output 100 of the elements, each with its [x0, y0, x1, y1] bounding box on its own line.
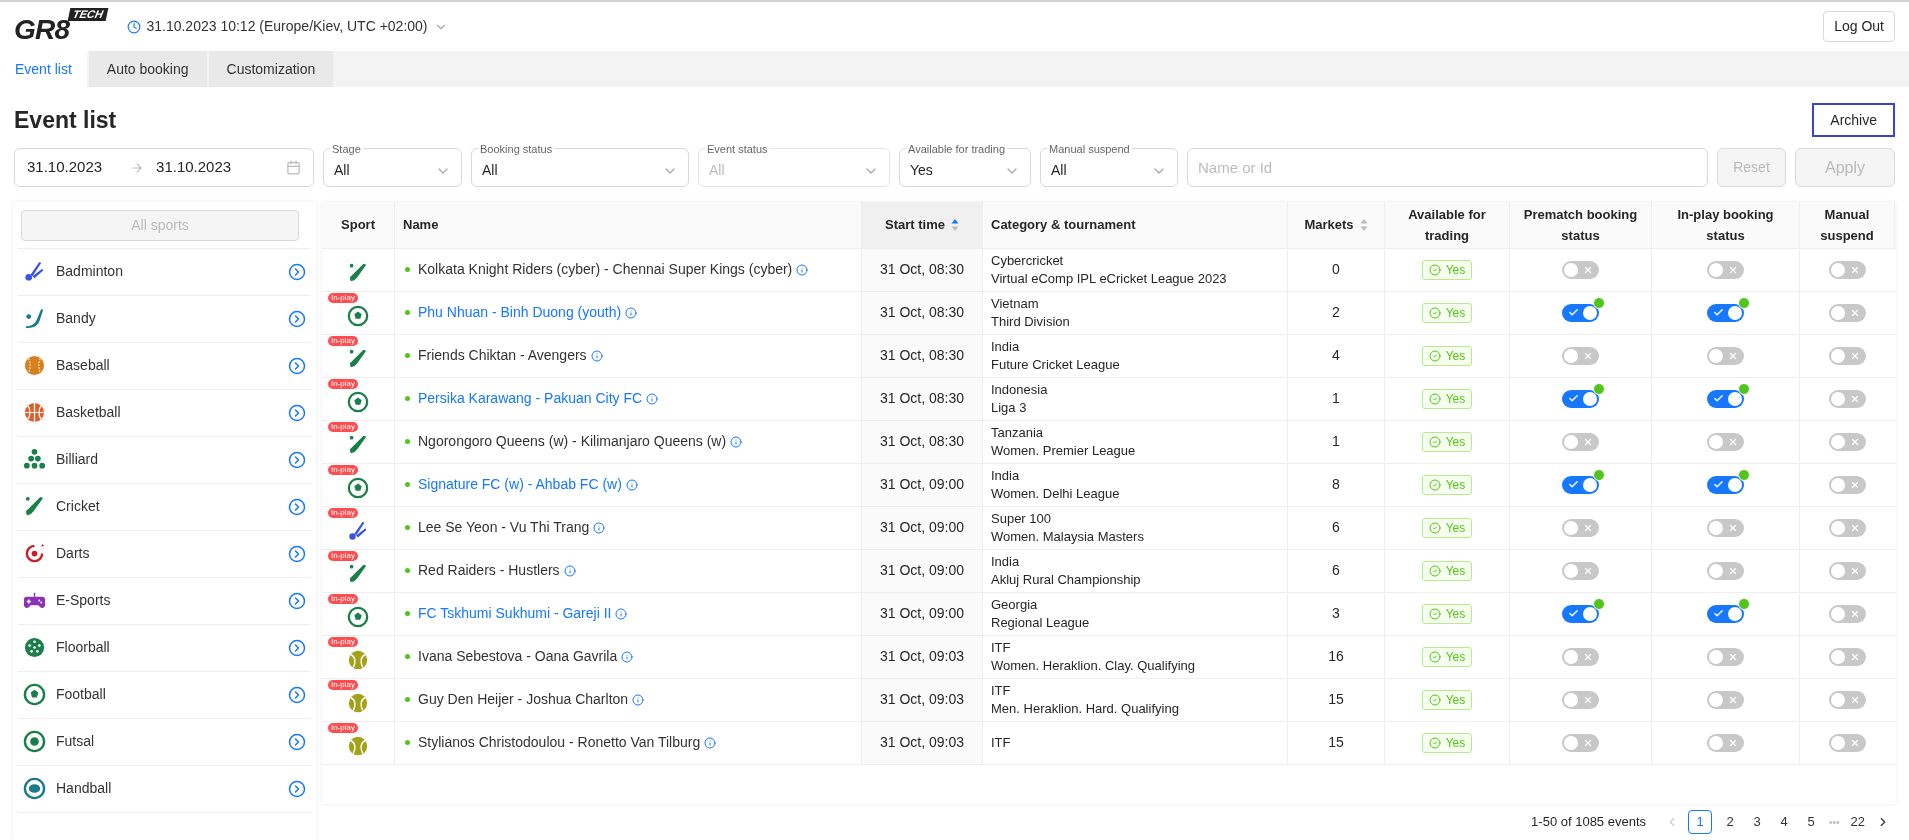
column-header[interactable]: Start time — [862, 201, 983, 248]
chevron-circle-icon[interactable] — [288, 638, 306, 657]
toggle-switch[interactable] — [1707, 346, 1744, 365]
chevron-circle-icon[interactable] — [288, 497, 306, 516]
chevron-circle-icon[interactable] — [288, 732, 306, 751]
info-icon[interactable] — [646, 392, 659, 405]
info-icon[interactable] — [593, 521, 606, 534]
toggle-switch[interactable] — [1707, 561, 1744, 580]
event-link[interactable]: Signature FC (w) - Ahbab FC (w) — [418, 474, 622, 495]
event-link[interactable]: FC Tskhumi Sukhumi - Gareji II — [418, 603, 612, 624]
sport-list-item[interactable]: Basketball — [18, 389, 311, 437]
page-button[interactable]: 3 — [1748, 810, 1766, 834]
page-button[interactable]: 5 — [1802, 810, 1820, 834]
toggle-switch[interactable] — [1562, 260, 1599, 279]
page-button[interactable]: 4 — [1775, 810, 1793, 834]
chevron-circle-icon[interactable] — [288, 262, 306, 281]
sport-list-item[interactable]: Handball — [18, 765, 311, 813]
chevron-circle-icon[interactable] — [288, 685, 306, 704]
toggle-switch[interactable] — [1829, 389, 1866, 408]
toggle-switch[interactable] — [1707, 733, 1744, 752]
toggle-switch[interactable] — [1562, 733, 1599, 752]
toggle-switch[interactable] — [1707, 518, 1744, 537]
toggle-switch[interactable] — [1562, 604, 1599, 623]
sport-list-item[interactable]: Darts — [18, 530, 311, 578]
toggle-switch[interactable] — [1562, 303, 1599, 322]
toggle-switch[interactable] — [1829, 604, 1866, 623]
info-icon[interactable] — [590, 349, 603, 362]
toggle-switch[interactable] — [1707, 690, 1744, 709]
toggle-switch[interactable] — [1562, 561, 1599, 580]
column-header[interactable]: Prematch booking status — [1510, 201, 1652, 248]
info-icon[interactable] — [730, 435, 743, 448]
chevron-circle-icon[interactable] — [288, 450, 306, 469]
info-icon[interactable] — [625, 306, 638, 319]
toggle-switch[interactable] — [1562, 432, 1599, 451]
sport-list-item[interactable]: Cricket — [18, 483, 311, 531]
page-button[interactable]: 1 — [1688, 810, 1712, 834]
logout-button[interactable]: Log Out — [1823, 11, 1895, 42]
toggle-switch[interactable] — [1829, 475, 1866, 494]
select-value: All — [334, 161, 350, 180]
info-icon[interactable] — [615, 607, 628, 620]
toggle-switch[interactable] — [1562, 389, 1599, 408]
info-icon[interactable] — [625, 478, 638, 491]
chevron-circle-icon[interactable] — [288, 356, 306, 375]
column-header[interactable]: In-play booking status — [1652, 201, 1800, 248]
toggle-switch[interactable] — [1707, 432, 1744, 451]
column-header[interactable]: Sport — [322, 201, 395, 248]
toggle-switch[interactable] — [1829, 432, 1866, 451]
info-icon[interactable] — [796, 263, 809, 276]
toggle-switch[interactable] — [1562, 647, 1599, 666]
toggle-switch[interactable] — [1562, 518, 1599, 537]
sport-list-item[interactable]: Bandy — [18, 295, 311, 343]
info-icon[interactable] — [621, 650, 634, 663]
chevron-circle-icon[interactable] — [288, 403, 306, 422]
toggle-switch[interactable] — [1562, 475, 1599, 494]
toggle-switch[interactable] — [1707, 475, 1744, 494]
column-header[interactable]: Manual suspend — [1800, 201, 1895, 248]
toggle-switch[interactable] — [1829, 733, 1866, 752]
page-button[interactable]: 2 — [1721, 810, 1739, 834]
datetime-dropdown[interactable]: 31.10.2023 10:12 (Europe/Kiev, UTC +02:00) — [146, 16, 428, 37]
column-header[interactable]: Markets — [1288, 201, 1385, 248]
archive-button[interactable]: Archive — [1812, 103, 1895, 138]
toggle-switch[interactable] — [1829, 518, 1866, 537]
toggle-switch[interactable] — [1829, 346, 1866, 365]
event-link[interactable]: Phu Nhuan - Binh Duong (youth) — [418, 302, 622, 323]
toggle-switch[interactable] — [1707, 647, 1744, 666]
search-field[interactable]: Name or Id — [1187, 148, 1708, 187]
sport-list-item[interactable]: E-Sports — [18, 577, 311, 625]
tab[interactable]: Auto booking — [88, 51, 207, 87]
toggle-switch[interactable] — [1707, 260, 1744, 279]
toggle-switch[interactable] — [1829, 690, 1866, 709]
info-icon[interactable] — [632, 693, 645, 706]
event-link[interactable]: Persika Karawang - Pakuan City FC — [418, 388, 643, 409]
sport-list-item[interactable]: Badminton — [18, 248, 311, 296]
sport-list-item[interactable]: Floorball — [18, 624, 311, 672]
toggle-switch[interactable] — [1707, 389, 1744, 408]
chevron-circle-icon[interactable] — [288, 544, 306, 563]
tab[interactable]: Customization — [208, 51, 334, 87]
toggle-switch[interactable] — [1707, 303, 1744, 322]
toggle-switch[interactable] — [1829, 303, 1866, 322]
chevron-circle-icon[interactable] — [288, 591, 306, 610]
toggle-switch[interactable] — [1829, 561, 1866, 580]
date-range-field[interactable]: 31.10.2023 31.10.2023 — [14, 148, 314, 187]
chevron-circle-icon[interactable] — [288, 309, 306, 328]
info-icon[interactable] — [563, 564, 576, 577]
toggle-switch[interactable] — [1562, 346, 1599, 365]
toggle-switch[interactable] — [1707, 604, 1744, 623]
in-play-badge: In-play — [328, 507, 358, 518]
sport-list-item[interactable]: Futsal — [18, 718, 311, 766]
sport-list-item[interactable]: Football — [18, 671, 311, 719]
info-icon[interactable] — [704, 736, 717, 749]
toggle-switch[interactable] — [1829, 647, 1866, 666]
column-header[interactable]: Category & tournament — [983, 201, 1288, 248]
chevron-circle-icon[interactable] — [288, 779, 306, 798]
column-header[interactable]: Available for trading — [1385, 201, 1510, 248]
page-button[interactable]: 22 — [1848, 810, 1867, 834]
sport-list-item[interactable]: Baseball — [18, 342, 311, 390]
tab[interactable]: Event list — [0, 51, 87, 87]
toggle-switch[interactable] — [1829, 260, 1866, 279]
sport-list-item[interactable]: Billiard — [18, 436, 311, 484]
toggle-switch[interactable] — [1562, 690, 1599, 709]
